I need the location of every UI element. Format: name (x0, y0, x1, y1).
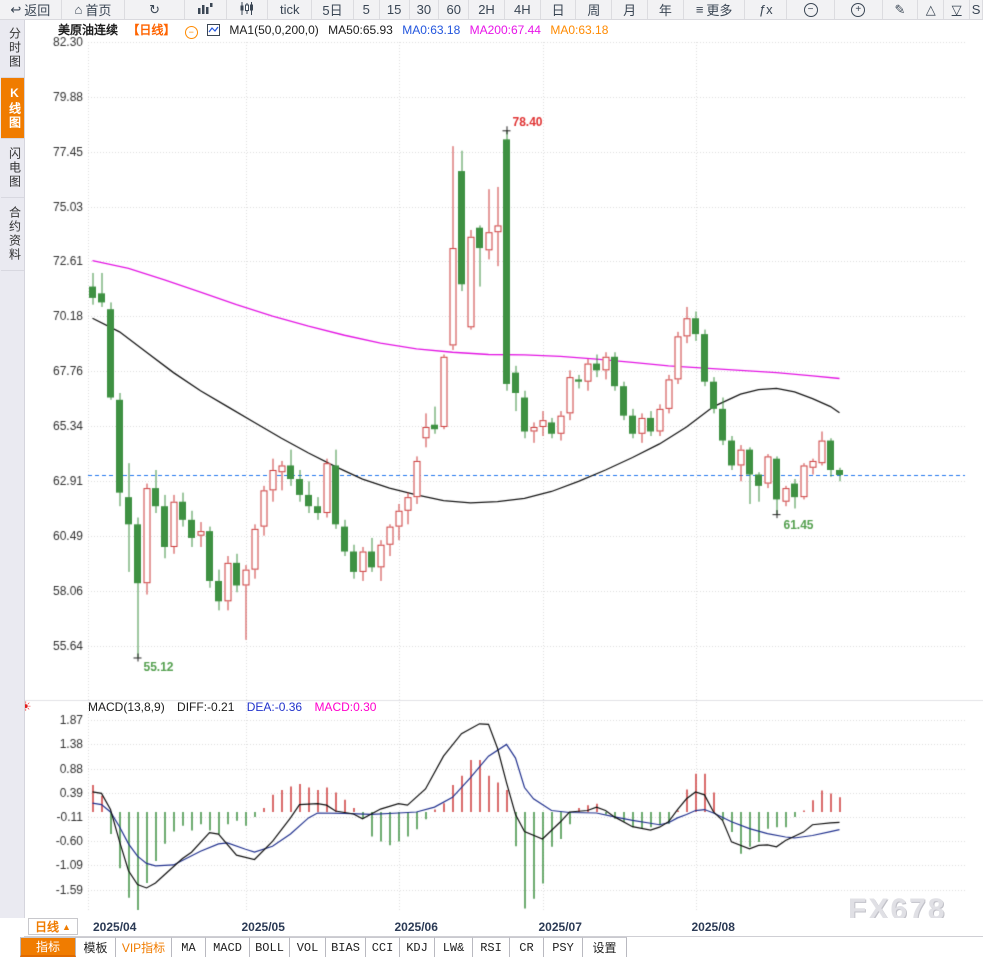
macd-hist-value: MACD:0.30 (314, 700, 377, 714)
indicator-tabbar: 指标 模板 VIP指标 MA MACD BOLL VOL BIAS CCI KDJ LW& RSI CR… (20, 937, 627, 957)
macd-settings: MACD(13,8,9) (88, 700, 165, 714)
period-15-button[interactable]: 15 (380, 0, 410, 19)
bar-chart-icon (197, 2, 213, 17)
tab-设置[interactable]: 设置 (583, 937, 627, 957)
refresh-icon: ↻ (149, 2, 160, 17)
zoom-in-button[interactable]: + (835, 0, 883, 19)
period-month-button[interactable]: 月 (612, 0, 649, 19)
top-toolbar: ↩ 返回 ⌂ 首页 ↻ tick 5日 5 15 30 60 2H 4H 日周月年 ≡ 更多 ƒx − + ✎ △ ▽ S (0, 0, 983, 20)
period-60-button[interactable]: 60 (439, 0, 470, 19)
sidebar-item-kline-chart[interactable]: K线图 (0, 78, 24, 139)
ma200-value: MA200:67.44 (469, 23, 541, 37)
period-week-button[interactable]: 周 (576, 0, 613, 19)
period-5-button[interactable]: 5 (354, 0, 380, 19)
timeframe-label: 日线 (35, 920, 60, 934)
more-button[interactable]: ≡ 更多 (684, 0, 746, 19)
left-sidebar: 分时图 K线图 闪电图 合约资料 (0, 19, 25, 918)
period-label[interactable]: 【日线】 (127, 23, 175, 37)
period-2h-button[interactable]: 2H (469, 0, 505, 19)
price-macd-chart[interactable] (24, 18, 983, 918)
triangle-down-icon: ▽ (951, 1, 962, 17)
tab-模板[interactable]: 模板 (76, 937, 116, 957)
fx-button[interactable]: ƒx (745, 0, 788, 19)
x-axis-month-label: 2025/06 (394, 920, 438, 934)
sidebar-item-lightning-chart[interactable]: 闪电图 (0, 139, 24, 198)
x-axis-month-label: 2025/04 (93, 920, 137, 934)
x-axis-month-label: 2025/05 (241, 920, 285, 934)
pencil-icon: ✎ (894, 2, 906, 17)
tab-VOL[interactable]: VOL (290, 937, 326, 957)
tab-指标[interactable]: 指标 (20, 937, 76, 957)
tab-RSI[interactable]: RSI (473, 937, 510, 957)
ma-settings: MA1(50,0,200,0) (229, 23, 319, 37)
tab-CR[interactable]: CR (510, 937, 544, 957)
tab-MACD[interactable]: MACD (206, 937, 250, 957)
tab-KDJ[interactable]: KDJ (400, 937, 435, 957)
macd-diff-value: DIFF:-0.21 (177, 700, 235, 714)
menu-icon: ≡ (695, 2, 704, 17)
chart-header: 美原油连续 【日线】 − MA1(50,0,200,0) MA50:65.93 … (58, 21, 614, 39)
tab-VIP指标[interactable]: VIP指标 (116, 937, 172, 957)
tick-button[interactable]: tick (268, 0, 313, 19)
macd-header: MACD(13,8,9) DIFF:-0.21 DEA:-0.36 MACD:0… (88, 700, 385, 714)
tab-MA[interactable]: MA (172, 937, 206, 957)
back-icon: ↩ (10, 2, 22, 17)
zoom-in-icon: + (851, 2, 866, 17)
tab-CCI[interactable]: CCI (366, 937, 400, 957)
ma0-blue-value: MA0:63.18 (402, 23, 461, 37)
zoom-out-icon: − (803, 2, 818, 17)
candle-chart-button[interactable] (227, 0, 269, 19)
refresh-button[interactable]: ↻ (125, 0, 185, 19)
ma50-value: MA50:65.93 (328, 23, 393, 37)
candle-chart-icon (239, 2, 254, 17)
period-year-button[interactable]: 年 (648, 0, 684, 19)
period-5d-button[interactable]: 5日 (312, 0, 354, 19)
ma0-orange-value: MA0:63.18 (550, 23, 609, 37)
back-button[interactable]: ↩ 返回 (0, 0, 62, 19)
tab-BIAS[interactable]: BIAS (326, 937, 366, 957)
macd-dea-value: DEA:-0.36 (246, 700, 303, 714)
period-day-button[interactable]: 日 (541, 0, 577, 19)
period-4h-button[interactable]: 4H (505, 0, 541, 19)
x-axis-month-label: 2025/08 (691, 920, 735, 934)
s-button[interactable]: S (970, 0, 983, 19)
chevron-up-icon: ▲ (62, 921, 71, 932)
tab-LW&[interactable]: LW& (435, 937, 473, 957)
sidebar-item-contract-info[interactable]: 合约资料 (0, 198, 24, 271)
triangle-down-button[interactable]: ▽ (944, 0, 971, 19)
tab-BOLL[interactable]: BOLL (250, 937, 290, 957)
x-axis-month-label: 2025/07 (538, 920, 582, 934)
draw-button[interactable]: ✎ (883, 0, 919, 19)
symbol-name: 美原油连续 (58, 23, 119, 37)
triangle-up-button[interactable]: △ (918, 0, 945, 19)
sidebar-item-time-chart[interactable]: 分时图 (0, 19, 24, 78)
zoom-out-button[interactable]: − (787, 0, 835, 19)
collapse-circle-icon[interactable]: − (184, 25, 198, 39)
timeframe-selector[interactable]: 日线 ▲ (28, 918, 78, 935)
mini-chart-icon (207, 24, 221, 39)
tab-PSY[interactable]: PSY (544, 937, 583, 957)
home-icon: ⌂ (74, 2, 83, 17)
tri-up-icon: △ (925, 2, 936, 17)
period-30-button[interactable]: 30 (410, 0, 440, 19)
time-axis-row: 日线 ▲ 2025/04 2025/05 2025/06 2025/07 2025/08 (24, 918, 983, 937)
home-button[interactable]: ⌂ 首页 (62, 0, 126, 19)
bar-chart-button[interactable] (185, 0, 227, 19)
